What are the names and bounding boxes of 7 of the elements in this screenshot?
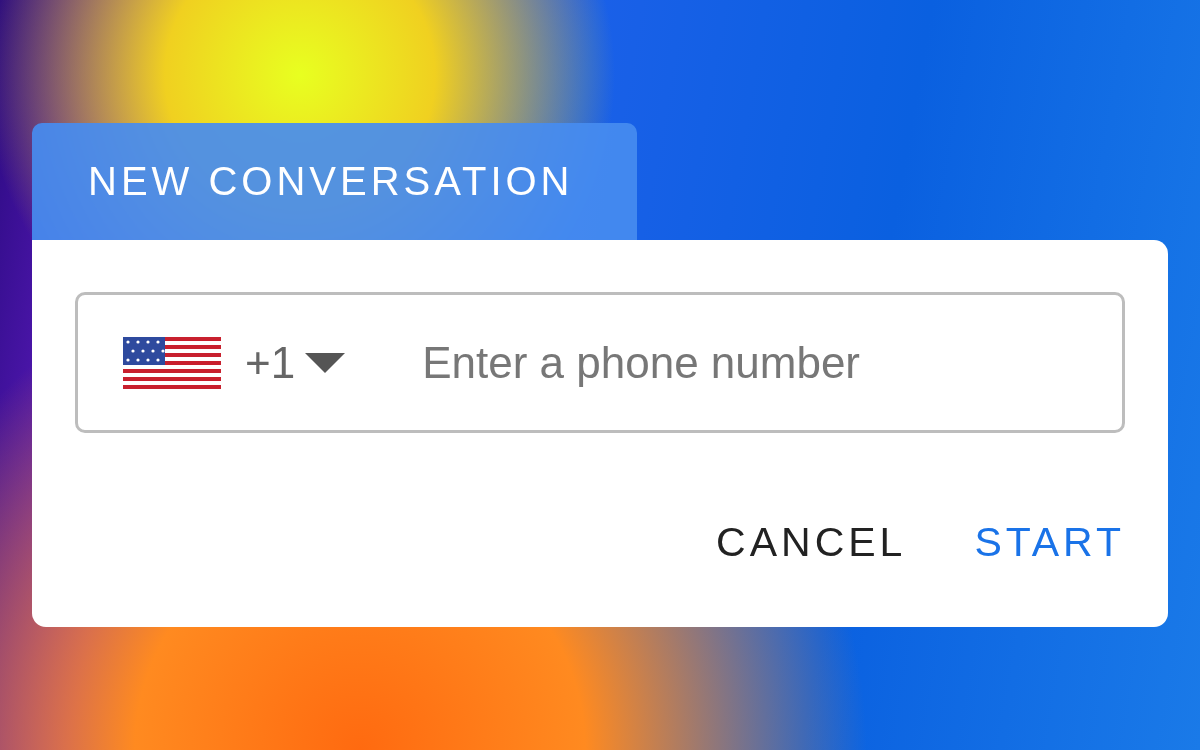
country-code[interactable]: +1 bbox=[245, 337, 296, 388]
dialog-title: NEW CONVERSATION bbox=[88, 159, 574, 204]
start-button[interactable]: START bbox=[970, 515, 1129, 570]
caret-icon[interactable] bbox=[305, 352, 346, 373]
phone-input-field[interactable]: +1 Enter a phone number bbox=[75, 292, 1125, 433]
cancel-button[interactable]: CANCEL bbox=[712, 515, 911, 570]
flag-icon[interactable] bbox=[123, 336, 221, 389]
